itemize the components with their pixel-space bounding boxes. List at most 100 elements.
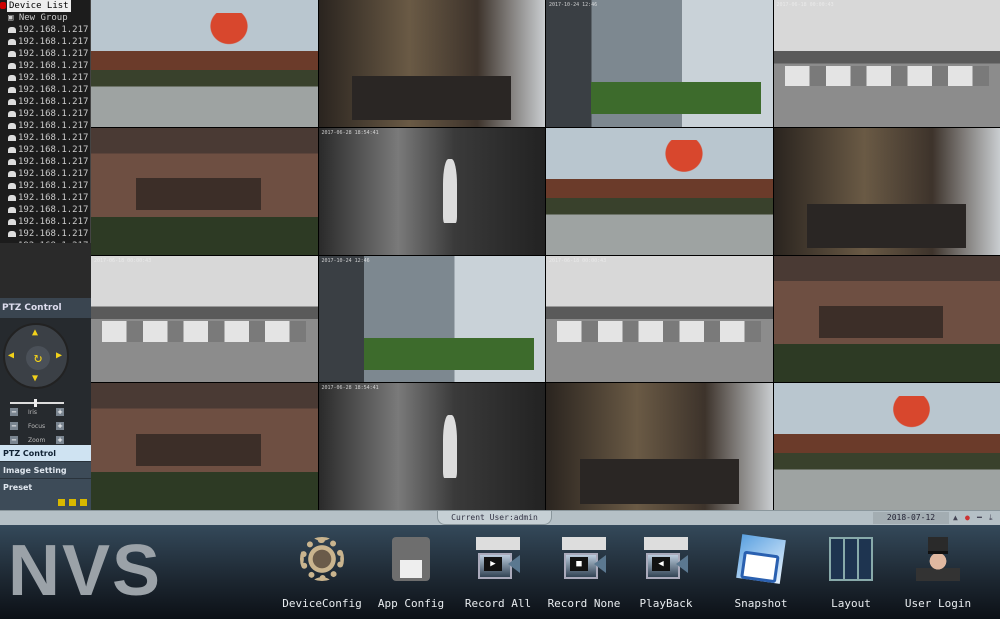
device-item[interactable]: 192.168.1.217 [0, 204, 91, 216]
ptz-direction-pad: ▲ ▼ ◀ ▶ ↻ [3, 323, 69, 389]
device-item[interactable]: 192.168.1.217 [0, 132, 91, 144]
device-icon [8, 38, 16, 45]
device-item[interactable]: 192.168.1.217 [0, 216, 91, 228]
device-list-root[interactable]: Device List [0, 0, 91, 12]
camera-timestamp: 2017-10-24 12:46 [549, 2, 598, 8]
camera-tile[interactable]: 2017-10-24 12:46 [318, 255, 545, 383]
device-item[interactable]: 192.168.1.217 [0, 96, 91, 108]
speed-slider[interactable] [10, 399, 64, 407]
arrow-left-icon[interactable]: ◀ [8, 350, 14, 361]
toolbar-button-playback[interactable]: ◀ PlayBack [623, 533, 709, 610]
toolbar-button-label: User Login [904, 597, 972, 610]
device-item[interactable]: 192.168.1.217 [0, 72, 91, 84]
camera-tile[interactable]: 2017-06-18 00:00:43 [773, 0, 1000, 127]
device-item[interactable]: 192.168.1.217 [0, 168, 91, 180]
toolbar-button-label: PlayBack [639, 597, 693, 610]
device-icon [8, 74, 16, 81]
device-item[interactable]: 192.168.1.217 [0, 156, 91, 168]
device-icon [8, 110, 16, 117]
toolbar-button-layout[interactable]: Layout [808, 533, 894, 610]
floppy-disk-icon [392, 537, 430, 581]
device-icon [8, 170, 16, 177]
camera-tile[interactable]: 2017-06-28 18:54:41 [318, 127, 545, 255]
device-item[interactable]: 192.168.1.217 [0, 108, 91, 120]
minus-icon[interactable]: − [10, 408, 18, 416]
auto-rotate-icon[interactable]: ↻ [26, 346, 50, 370]
camera-playback-icon: ◀ [644, 537, 688, 581]
camera-tile[interactable]: 2017-10-24 12:46 [546, 0, 773, 127]
arrow-down-icon[interactable]: ▼ [32, 373, 38, 384]
minimize-icon[interactable]: ━ [977, 513, 982, 522]
camera-timestamp: 2017-06-18 00:00:43 [776, 2, 834, 8]
close-icon[interactable] [80, 499, 87, 506]
device-item[interactable]: 192.168.1.217 [0, 84, 91, 96]
camera-tile[interactable] [91, 0, 318, 127]
device-icon [8, 218, 16, 225]
minus-icon[interactable]: − [10, 436, 18, 444]
device-icon [8, 122, 16, 129]
device-item[interactable]: 192.168.1.217 [0, 192, 91, 204]
device-icon [8, 158, 16, 165]
plus-icon[interactable]: + [56, 436, 64, 444]
device-icon [8, 98, 16, 105]
device-list: Device List ▣ New Group 192.168.1.217 192… [0, 0, 91, 251]
device-item[interactable]: 192.168.1.217 [0, 48, 91, 60]
camera-tile[interactable] [773, 255, 1000, 383]
camera-tile[interactable] [91, 383, 318, 510]
device-icon [8, 206, 16, 213]
arrow-up-icon[interactable]: ▲ [32, 327, 38, 338]
nvs-logo: NVS [8, 531, 163, 611]
slider-handle[interactable] [34, 399, 37, 407]
camera-tile[interactable]: 2017-06-28 18:54:41 [318, 383, 545, 510]
camera-tile[interactable] [91, 127, 318, 255]
toolbar-button-deviceconfig[interactable]: DeviceConfig [279, 533, 365, 610]
camera-tile[interactable] [318, 0, 545, 127]
minus-icon[interactable]: − [10, 422, 18, 430]
toolbar-button-app-config[interactable]: App Config [368, 533, 454, 610]
toolbar-button-snapshot[interactable]: Snapshot [718, 533, 804, 610]
device-item[interactable]: 192.168.1.217 [0, 24, 91, 36]
ptz-panel: PTZ Control ▲ ▼ ◀ ▶ ↻ − Iris + − Focus + − Zo… [0, 298, 91, 445]
device-item[interactable]: 192.168.1.217 [0, 228, 91, 240]
device-icon [8, 86, 16, 93]
plus-icon[interactable]: + [56, 422, 64, 430]
device-item[interactable]: 192.168.1.217 [0, 144, 91, 156]
device-group[interactable]: ▣ New Group [0, 12, 91, 24]
camera-tile[interactable]: 2017-06-18 00:00:43 [91, 255, 318, 383]
device-icon [8, 50, 16, 57]
toolbar-button-label: App Config [377, 597, 445, 610]
toolbar-button-label: Snapshot [734, 597, 788, 610]
alarm-icon[interactable]: ● [965, 513, 970, 522]
sidebar: Device List ▣ New Group 192.168.1.217 192… [0, 0, 91, 510]
iris-control: − Iris + [10, 408, 64, 416]
camera-timestamp: 2017-10-24 12:46 [321, 257, 370, 264]
eject-icon[interactable]: ▲ [953, 513, 958, 522]
tab-ptz-control[interactable]: PTZ Control [0, 445, 91, 462]
camera-timestamp: 2017-06-28 18:54:41 [321, 385, 379, 392]
plus-icon[interactable]: + [56, 408, 64, 416]
camera-record-icon: ▶ [476, 537, 520, 581]
toolbar-button-user-login[interactable]: User Login [895, 533, 981, 610]
device-item[interactable]: 192.168.1.217 [0, 36, 91, 48]
camera-tile[interactable] [546, 127, 773, 255]
toolbar-button-label: DeviceConfig [282, 597, 362, 610]
empty-panel [0, 243, 91, 298]
camera-tile[interactable] [546, 383, 773, 510]
tab-preset[interactable]: Preset [0, 479, 91, 496]
camera-timestamp: 2017-06-18 00:00:43 [94, 257, 152, 264]
device-item[interactable]: 192.168.1.217 [0, 180, 91, 192]
pin-icon[interactable] [58, 499, 65, 506]
device-item[interactable]: 192.168.1.217 [0, 120, 91, 132]
camera-stop-icon: ■ [562, 537, 606, 581]
download-icon[interactable]: ⤓ [989, 513, 993, 523]
tab-image-setting[interactable]: Image Setting [0, 462, 91, 479]
camera-tile[interactable]: 2017-06-18 00:00:43 [546, 255, 773, 383]
arrow-right-icon[interactable]: ▶ [56, 350, 62, 361]
dock-icon[interactable] [69, 499, 76, 506]
toolbar-button-record-none[interactable]: ■ Record None [541, 533, 627, 610]
toolbar-button-record-all[interactable]: ▶ Record All [455, 533, 541, 610]
device-item[interactable]: 192.168.1.217 [0, 60, 91, 72]
toolbar-button-label: Record All [464, 597, 532, 610]
camera-tile[interactable] [773, 383, 1000, 510]
camera-tile[interactable] [773, 127, 1000, 255]
